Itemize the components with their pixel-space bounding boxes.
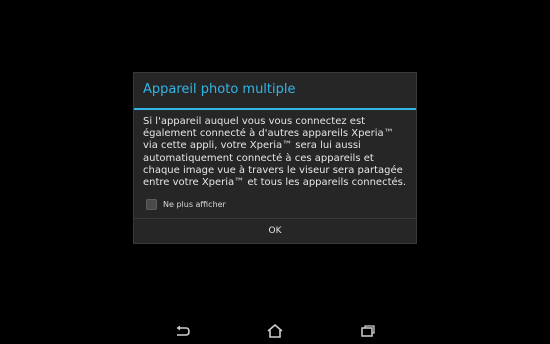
dialog: Appareil photo multiple Si l'appareil au… xyxy=(133,72,417,244)
back-icon xyxy=(176,325,190,336)
recent-apps-button[interactable] xyxy=(358,323,378,339)
dialog-title: Appareil photo multiple xyxy=(143,82,296,97)
dont-show-again-row[interactable]: Ne plus afficher xyxy=(146,198,226,211)
dont-show-again-label: Ne plus afficher xyxy=(163,200,226,209)
title-divider xyxy=(134,108,416,110)
back-button[interactable] xyxy=(172,323,192,339)
navigation-bar xyxy=(0,320,550,344)
home-icon xyxy=(267,323,283,338)
recent-apps-icon xyxy=(361,325,375,337)
home-button[interactable] xyxy=(265,323,285,339)
dialog-message: Si l'appareil auquel vous vous connectez… xyxy=(143,116,407,189)
ok-button[interactable]: OK xyxy=(134,219,416,243)
dont-show-again-checkbox[interactable] xyxy=(146,199,157,210)
